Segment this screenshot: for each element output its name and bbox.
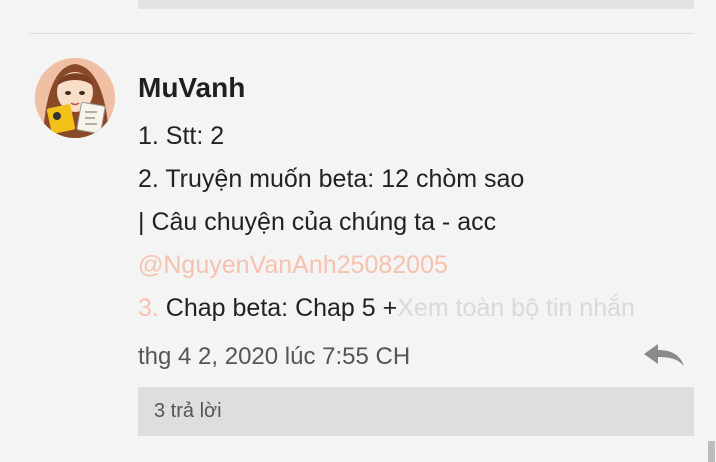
comment-timestamp: thg 4 2, 2020 lúc 7:55 CH <box>138 343 411 370</box>
scrollbar-thumb[interactable] <box>708 441 715 462</box>
avatar[interactable] <box>35 58 115 138</box>
reply-arrow-icon[interactable] <box>642 342 686 368</box>
see-all-messages-link[interactable]: Xem toàn bộ tin nhắn <box>397 294 635 322</box>
mention-link[interactable]: @NguyenVanAnh25082005 <box>138 251 448 280</box>
comment-line-5: 3. Chap beta: Chap 5 +Xem toàn bộ tin nh… <box>138 294 635 323</box>
comment-username[interactable]: MuVanh <box>138 72 245 104</box>
replies-count-label: 3 trả lời <box>154 400 222 422</box>
comment-line-1: 1. Stt: 2 <box>138 122 225 150</box>
replies-toggle[interactable]: 3 trả lời <box>138 387 694 436</box>
previous-replies-bar[interactable] <box>138 0 694 9</box>
comment-line-5-text: Chap beta: Chap 5 + <box>158 294 398 322</box>
list-number: 3. <box>138 294 159 322</box>
comment-item: MuVanh 1. Stt: 2 2. Truyện muốn beta: 12… <box>0 34 716 462</box>
comment-line-2: 2. Truyện muốn beta: 12 chòm sao <box>138 165 525 193</box>
comment-line-3: | Câu chuyện của chúng ta - acc <box>138 208 497 236</box>
